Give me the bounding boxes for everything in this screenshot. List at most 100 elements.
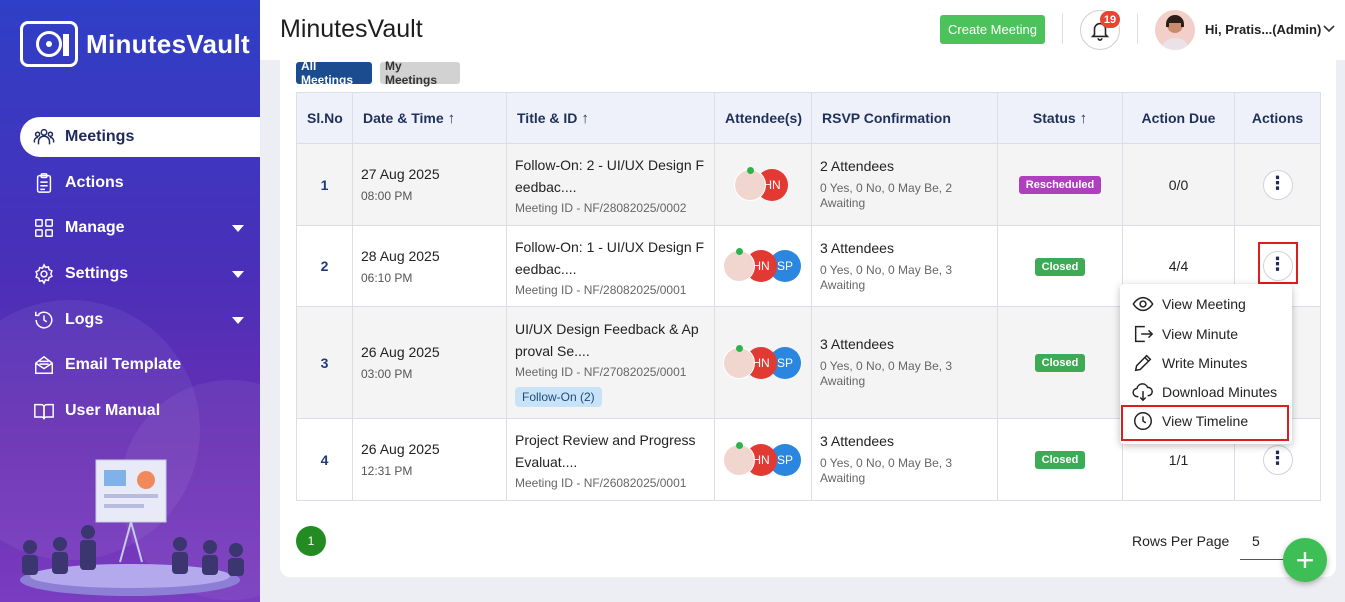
chevron-down-icon[interactable] bbox=[232, 225, 244, 233]
row-datetime: 26 Aug 2025 12:31 PM bbox=[352, 418, 507, 501]
row-attendees[interactable]: HN SP bbox=[714, 418, 812, 501]
sidebar-item-label: Meetings bbox=[65, 128, 135, 145]
header-actions: Actions bbox=[1234, 92, 1321, 144]
follow-on-tag[interactable]: Follow-On (2) bbox=[515, 387, 602, 407]
header-title[interactable]: Title & ID ↑ bbox=[506, 92, 715, 144]
attendee-avatar bbox=[723, 248, 755, 282]
row-title[interactable]: Follow-On: 1 - UI/UX Design Feedbac.... M… bbox=[506, 225, 715, 307]
pagination-page-button[interactable]: 1 bbox=[296, 526, 326, 556]
status-badge: Closed bbox=[1034, 354, 1086, 372]
sidebar-item-actions[interactable]: Actions bbox=[0, 160, 260, 206]
sidebar-item-email-template[interactable]: Email Template bbox=[0, 342, 260, 388]
table-header-row: Sl.No Date & Time ↑ Title & ID ↑ Attende… bbox=[296, 92, 1321, 144]
filter-all-meetings[interactable]: All Meetings bbox=[296, 59, 372, 87]
status-badge: Rescheduled bbox=[1018, 176, 1102, 194]
meeting-illustration bbox=[20, 459, 244, 596]
vault-icon bbox=[20, 21, 78, 67]
meetings-icon bbox=[32, 126, 56, 148]
sidebar-item-manage[interactable]: Manage bbox=[0, 206, 260, 252]
row-actions: ⋮ bbox=[1234, 143, 1321, 226]
sidebar-item-meetings[interactable]: Meetings bbox=[20, 117, 260, 157]
history-icon bbox=[32, 309, 56, 331]
row-datetime: 26 Aug 2025 03:00 PM bbox=[352, 306, 507, 419]
sidebar-item-user-manual[interactable]: User Manual bbox=[0, 388, 260, 434]
email-icon bbox=[32, 354, 56, 376]
sidebar: MinutesVault Meetings Actions Manage Set… bbox=[0, 0, 260, 602]
divider bbox=[1062, 14, 1063, 44]
chevron-down-icon[interactable] bbox=[232, 270, 244, 278]
filter-my-meetings[interactable]: My Meetings bbox=[380, 59, 460, 87]
row-status: Closed bbox=[997, 418, 1123, 501]
row-slno: 4 bbox=[296, 418, 353, 501]
clipboard-icon bbox=[32, 172, 56, 194]
header-attendees: Attendee(s) bbox=[714, 92, 812, 144]
sidebar-item-label: Settings bbox=[65, 264, 129, 282]
app-name: MinutesVault bbox=[86, 28, 250, 59]
download-icon bbox=[1132, 383, 1153, 402]
row-rsvp: 3 Attendees 0 Yes, 0 No, 0 May Be, 3 Awai… bbox=[811, 225, 998, 307]
row-status: Rescheduled bbox=[997, 143, 1123, 226]
chevron-down-icon[interactable] bbox=[232, 316, 244, 324]
row-title[interactable]: Project Review and Progress Evaluat.... M… bbox=[506, 418, 715, 501]
row-title[interactable]: UI/UX Design Feedback & Approval Se.... M… bbox=[506, 306, 715, 419]
row-title[interactable]: Follow-On: 2 - UI/UX Design Feedbac.... M… bbox=[506, 143, 715, 226]
attendee-avatar bbox=[734, 166, 766, 201]
gear-icon bbox=[32, 263, 56, 285]
row-datetime: 28 Aug 2025 06:10 PM bbox=[352, 225, 507, 307]
row-rsvp: 3 Attendees 0 Yes, 0 No, 0 May Be, 3 Awai… bbox=[811, 306, 998, 419]
highlight-box bbox=[1121, 405, 1289, 441]
sort-arrow-icon[interactable]: ↑ bbox=[581, 110, 589, 127]
header-status[interactable]: Status ↑ bbox=[997, 92, 1123, 144]
top-header: MinutesVault Create Meeting 19 Hi, Prati… bbox=[260, 0, 1345, 60]
menu-write-minutes[interactable]: Write Minutes bbox=[1132, 349, 1247, 377]
sidebar-item-logs[interactable]: Logs bbox=[0, 297, 260, 343]
sidebar-item-label: Manage bbox=[65, 219, 125, 237]
sidebar-item-label: User Manual bbox=[65, 401, 161, 419]
attendee-avatar bbox=[723, 441, 755, 476]
row-attendees[interactable]: HN bbox=[714, 143, 812, 226]
user-menu-label[interactable]: Hi, Pratis...(Admin) bbox=[1205, 22, 1321, 37]
pencil-icon bbox=[1134, 354, 1152, 372]
kebab-icon: ⋮ bbox=[1268, 447, 1287, 468]
sort-arrow-icon[interactable]: ↑ bbox=[1080, 110, 1088, 127]
row-slno: 2 bbox=[296, 225, 353, 307]
header-rsvp: RSVP Confirmation bbox=[811, 92, 998, 144]
sidebar-item-settings[interactable]: Settings bbox=[0, 251, 260, 297]
row-status: Closed bbox=[997, 306, 1123, 419]
sidebar-item-label: Email Template bbox=[65, 356, 182, 374]
export-icon bbox=[1134, 325, 1154, 343]
row-slno: 3 bbox=[296, 306, 353, 419]
plus-icon: + bbox=[1295, 541, 1315, 578]
eye-icon bbox=[1132, 296, 1154, 312]
status-badge: Closed bbox=[1034, 257, 1086, 276]
menu-view-meeting[interactable]: View Meeting bbox=[1132, 290, 1246, 318]
sidebar-item-label: Actions bbox=[65, 173, 124, 191]
row-slno: 1 bbox=[296, 143, 353, 226]
row-attendees[interactable]: HN SP bbox=[714, 225, 812, 307]
header-datetime[interactable]: Date & Time ↑ bbox=[352, 92, 507, 144]
add-fab-button[interactable]: + bbox=[1283, 538, 1327, 582]
avatar[interactable] bbox=[1155, 10, 1195, 50]
divider bbox=[1137, 14, 1138, 44]
book-icon bbox=[32, 400, 56, 422]
row-attendees[interactable]: HN SP bbox=[714, 306, 812, 419]
create-meeting-button[interactable]: Create Meeting bbox=[940, 15, 1045, 44]
sort-arrow-icon[interactable]: ↑ bbox=[448, 110, 456, 127]
menu-download-minutes[interactable]: Download Minutes bbox=[1132, 378, 1277, 406]
header-slno: Sl.No bbox=[296, 92, 353, 144]
table-row[interactable]: 1 27 Aug 2025 08:00 PM Follow-On: 2 - UI/… bbox=[296, 143, 1321, 226]
menu-view-minute[interactable]: View Minute bbox=[1132, 320, 1238, 348]
app-logo[interactable]: MinutesVault bbox=[20, 18, 250, 70]
more-actions-button[interactable]: ⋮ bbox=[1262, 169, 1293, 200]
attendee-avatar bbox=[723, 344, 755, 379]
rows-per-page-label: Rows Per Page bbox=[1132, 533, 1230, 549]
notification-badge: 19 bbox=[1100, 11, 1120, 28]
grid-icon bbox=[32, 217, 56, 239]
row-rsvp: 2 Attendees 0 Yes, 0 No, 0 May Be, 2 Awai… bbox=[811, 143, 998, 226]
sidebar-item-label: Logs bbox=[65, 310, 104, 328]
header-action-due: Action Due bbox=[1122, 92, 1235, 144]
row-datetime: 27 Aug 2025 08:00 PM bbox=[352, 143, 507, 226]
page-title: MinutesVault bbox=[280, 15, 423, 43]
more-actions-button[interactable]: ⋮ bbox=[1262, 444, 1293, 475]
chevron-down-icon[interactable] bbox=[1322, 22, 1336, 36]
